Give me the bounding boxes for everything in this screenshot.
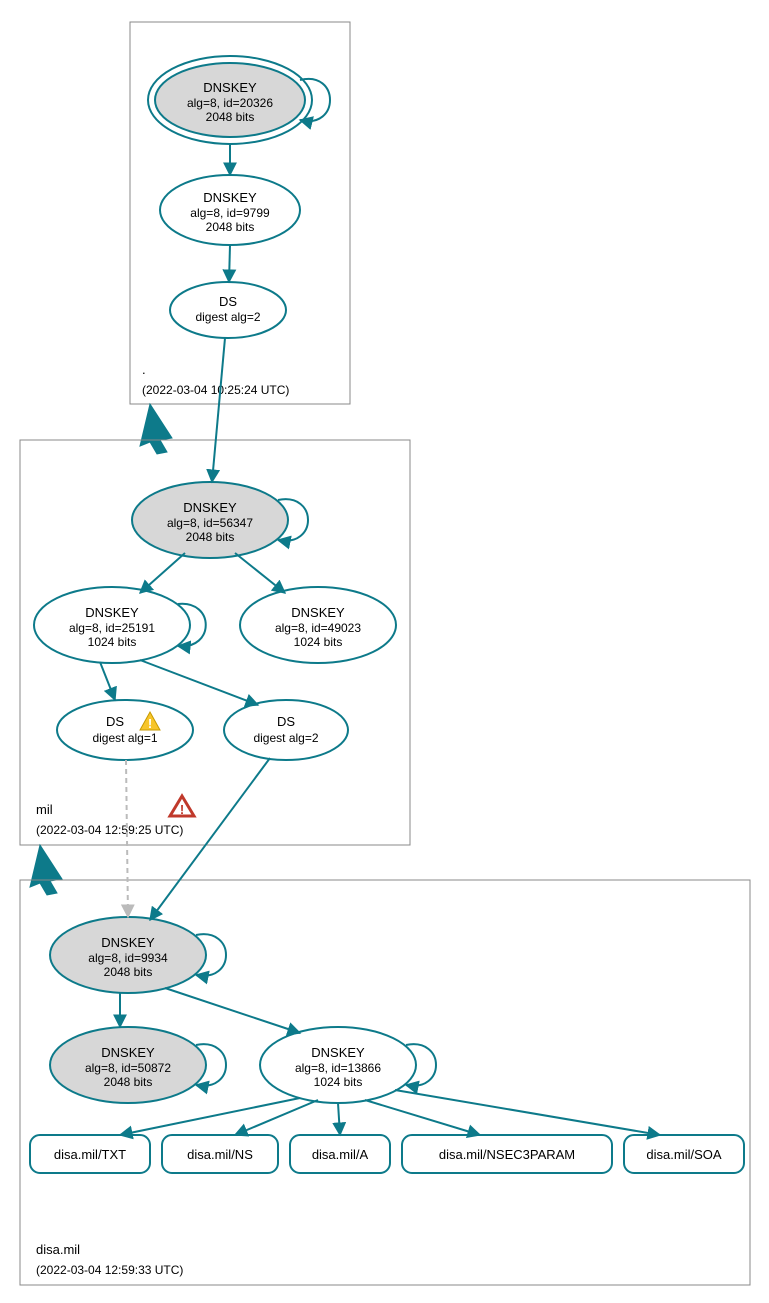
zone-arrow-root-mil: [140, 404, 172, 454]
mil-zsk-r-l3: 1024 bits: [294, 635, 343, 649]
rrset-txt-label: disa.mil/TXT: [54, 1147, 126, 1162]
zone-disa-timestamp: (2022-03-04 12:59:33 UTC): [36, 1263, 183, 1277]
rrset-ns-label: disa.mil/NS: [187, 1147, 253, 1162]
edge-ds1-disaksk: [126, 760, 128, 917]
disa-ksk-l2: alg=8, id=9934: [88, 951, 168, 965]
edge-rootzsk-rootds: [229, 245, 230, 282]
node-mil-ds1: [57, 700, 193, 760]
mil-zsk-l-title: DNSKEY: [85, 605, 139, 620]
edge-zsk-a: [338, 1103, 340, 1135]
svg-text:!: !: [180, 802, 184, 817]
edge-zskl-ds1: [100, 662, 115, 700]
dnssec-diagram: . (2022-03-04 10:25:24 UTC) DNSKEY alg=8…: [0, 0, 769, 1303]
mil-ksk-l2: alg=8, id=56347: [167, 516, 253, 530]
disa-zsk-title: DNSKEY: [311, 1045, 365, 1060]
zone-arrow-mil-disa: [30, 845, 62, 895]
mil-zsk-r-title: DNSKEY: [291, 605, 345, 620]
root-ksk-l2: alg=8, id=20326: [187, 96, 273, 110]
mil-ds1-title: DS: [106, 714, 124, 729]
mil-ksk-title: DNSKEY: [183, 500, 237, 515]
rrset-n3p-label: disa.mil/NSEC3PARAM: [439, 1147, 575, 1162]
zone-mil-label: mil: [36, 802, 53, 817]
edge-disaksk-zsk: [165, 988, 300, 1033]
root-ds-title: DS: [219, 294, 237, 309]
root-zsk-title: DNSKEY: [203, 190, 257, 205]
edge-zsk-soa: [395, 1090, 660, 1135]
rrset-a-label: disa.mil/A: [312, 1147, 369, 1162]
root-ksk-title: DNSKEY: [203, 80, 257, 95]
edge-milksk-zskr: [235, 553, 285, 593]
edge-zskl-ds2: [140, 660, 258, 705]
root-ds-l2: digest alg=2: [195, 310, 260, 324]
edge-milksk-zskl: [140, 553, 185, 593]
mil-zsk-l-l2: alg=8, id=25191: [69, 621, 155, 635]
edge-zsk-txt: [120, 1098, 300, 1135]
mil-ksk-l3: 2048 bits: [186, 530, 235, 544]
disa-zsk-l3: 1024 bits: [314, 1075, 363, 1089]
svg-text:!: !: [148, 716, 152, 731]
edge-zsk-n3p: [365, 1100, 480, 1135]
zone-disa-label: disa.mil: [36, 1242, 80, 1257]
disa-ksk2-l3: 2048 bits: [104, 1075, 153, 1089]
edge-zsk-ns: [235, 1100, 318, 1135]
disa-zsk-l2: alg=8, id=13866: [295, 1061, 381, 1075]
mil-zsk-l-l3: 1024 bits: [88, 635, 137, 649]
zone-mil-timestamp: (2022-03-04 12:59:25 UTC): [36, 823, 183, 837]
disa-ksk2-title: DNSKEY: [101, 1045, 155, 1060]
disa-ksk-title: DNSKEY: [101, 935, 155, 950]
disa-ksk-l3: 2048 bits: [104, 965, 153, 979]
warning-icon-red: !: [170, 796, 194, 817]
edge-rootds-milksk: [212, 338, 225, 482]
root-ksk-l3: 2048 bits: [206, 110, 255, 124]
zone-root-label: .: [142, 362, 146, 377]
rrset-soa-label: disa.mil/SOA: [646, 1147, 721, 1162]
disa-ksk2-l2: alg=8, id=50872: [85, 1061, 171, 1075]
mil-ds1-l2: digest alg=1: [92, 731, 157, 745]
mil-zsk-r-l2: alg=8, id=49023: [275, 621, 361, 635]
root-zsk-l3: 2048 bits: [206, 220, 255, 234]
mil-ds2-l2: digest alg=2: [253, 731, 318, 745]
root-zsk-l2: alg=8, id=9799: [190, 206, 270, 220]
mil-ds2-title: DS: [277, 714, 295, 729]
node-mil-ds2: [224, 700, 348, 760]
zone-root-timestamp: (2022-03-04 10:25:24 UTC): [142, 383, 289, 397]
edge-ds2-disaksk: [150, 758, 270, 920]
